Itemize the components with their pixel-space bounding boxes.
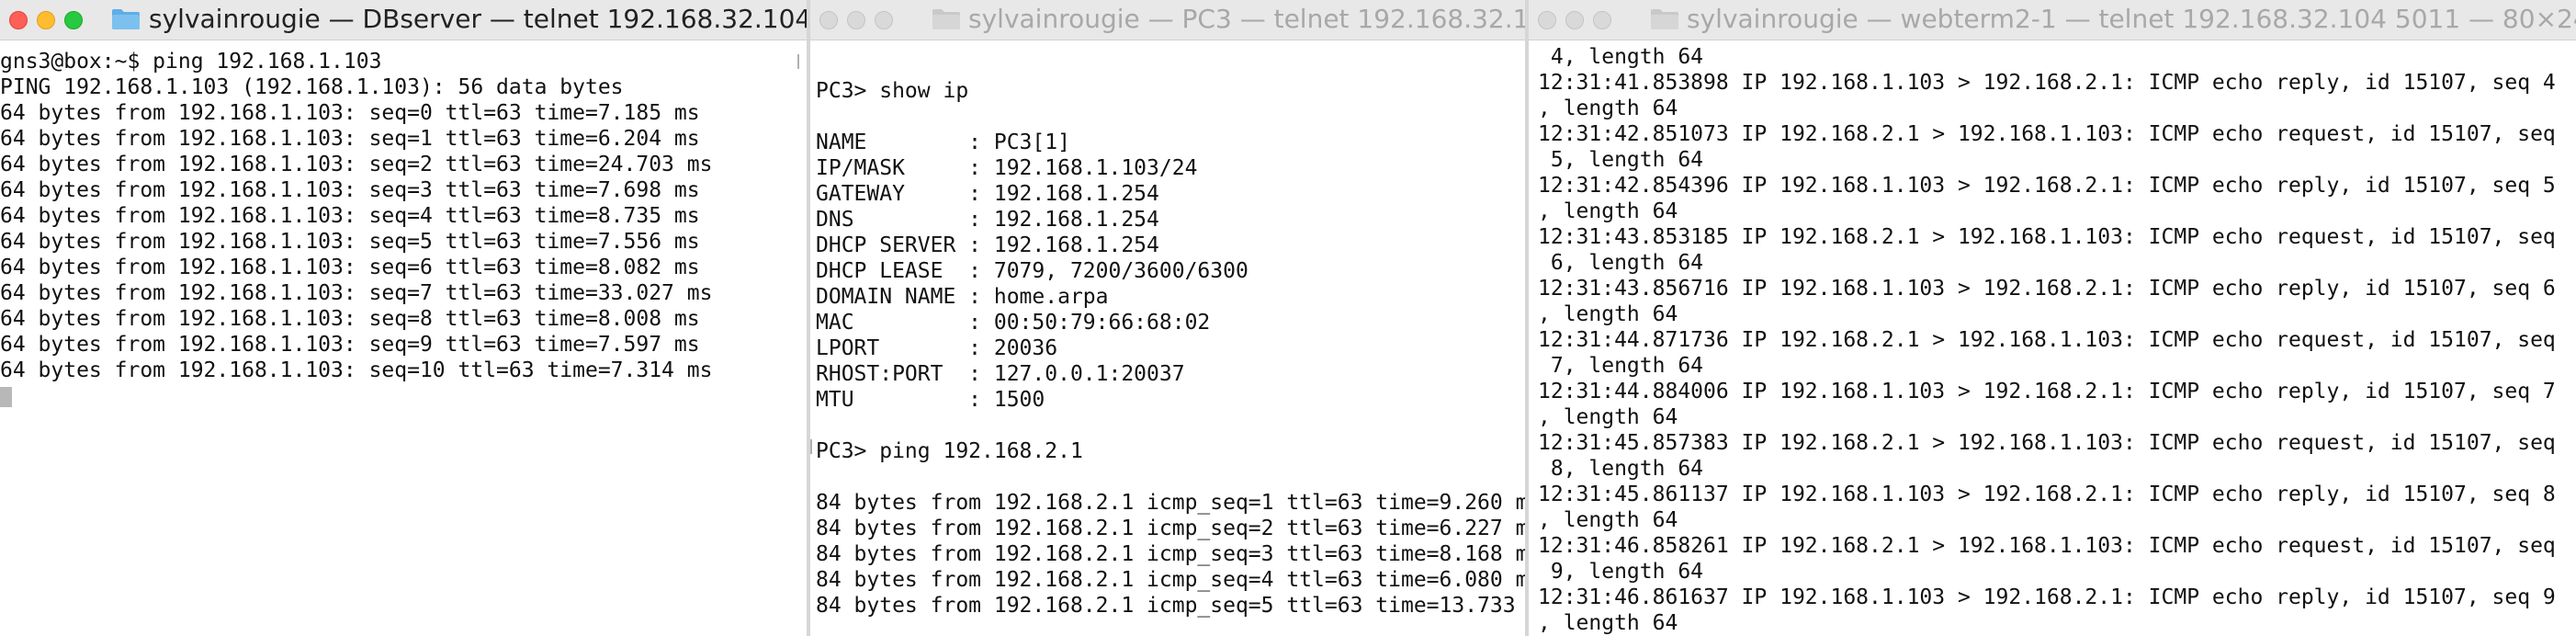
zoom-icon[interactable] xyxy=(1593,11,1611,29)
terminal-line: LPORT : 20036 xyxy=(816,336,1058,360)
terminal-line: 12:31:45.861137 IP 192.168.1.103 > 192.1… xyxy=(1538,483,2556,506)
terminal-line: PING 192.168.1.103 (192.168.1.103): 56 d… xyxy=(0,75,624,99)
terminal-line: 12:31:43.856716 IP 192.168.1.103 > 192.1… xyxy=(1538,277,2556,301)
terminal-line: 84 bytes from 192.168.2.1 icmp_seq=3 ttl… xyxy=(816,542,1527,566)
terminal-line: 64 bytes from 192.168.1.103: seq=3 ttl=6… xyxy=(0,178,700,202)
terminal-line: 12:31:46.858261 IP 192.168.2.1 > 192.168… xyxy=(1538,534,2556,558)
terminal-line: NAME : PC3[1] xyxy=(816,131,1070,154)
terminal-line: PC3> show ip xyxy=(816,79,969,103)
terminal-line: IP/MASK : 192.168.1.103/24 xyxy=(816,156,1198,180)
window-title: sylvainrougie — PC3 — telnet 192.168.32.… xyxy=(968,4,1527,34)
zoom-icon[interactable] xyxy=(64,11,83,29)
terminal-line: , length 64 xyxy=(1538,302,1678,326)
title-bar[interactable]: sylvainrougie — PC3 — telnet 192.168.32.… xyxy=(810,0,1527,40)
terminal-line: DNS : 192.168.1.254 xyxy=(816,208,1159,232)
terminal-output[interactable]: PC3> show ip NAME : PC3[1] IP/MASK : 192… xyxy=(810,40,1527,636)
terminal-line: 64 bytes from 192.168.1.103: seq=5 ttl=6… xyxy=(0,230,700,254)
terminal-line: 84 bytes from 192.168.2.1 icmp_seq=1 ttl… xyxy=(816,491,1527,515)
terminal-line: 12:31:46.861637 IP 192.168.1.103 > 192.1… xyxy=(1538,585,2556,609)
title-bar[interactable]: sylvainrougie — DBserver — telnet 192.16… xyxy=(0,0,808,40)
folder-icon xyxy=(111,8,141,30)
folder-icon xyxy=(932,8,961,30)
terminal-line: 9, length 64 xyxy=(1538,560,1704,584)
terminal-line: 64 bytes from 192.168.1.103: seq=1 ttl=6… xyxy=(0,127,700,151)
window-title: sylvainrougie — webterm2-1 — telnet 192.… xyxy=(1687,4,2576,34)
folder-icon xyxy=(1650,8,1679,30)
terminal-line: 8, length 64 xyxy=(1538,457,1704,481)
terminal-window-dbserver[interactable]: sylvainrougie — DBserver — telnet 192.16… xyxy=(0,0,808,636)
terminal-line: DHCP LEASE : 7079, 7200/3600/6300 xyxy=(816,259,1248,283)
terminal-line: 12:31:41.853898 IP 192.168.1.103 > 192.1… xyxy=(1538,71,2556,95)
terminal-line: 5, length 64 xyxy=(1538,148,1704,172)
terminal-line: 4, length 64 xyxy=(1538,45,1704,69)
terminal-window-webterm[interactable]: sylvainrougie — webterm2-1 — telnet 192.… xyxy=(1529,0,2576,636)
close-icon[interactable] xyxy=(9,11,28,29)
terminal-line: , length 64 xyxy=(1538,97,1678,120)
terminal-line: gns3@box:~$ ping 192.168.1.103 xyxy=(0,50,382,74)
terminal-line: 84 bytes from 192.168.2.1 icmp_seq=5 ttl… xyxy=(816,594,1527,618)
terminal-line: 64 bytes from 192.168.1.103: seq=9 ttl=6… xyxy=(0,333,700,357)
terminal-line: 64 bytes from 192.168.1.103: seq=4 ttl=6… xyxy=(0,204,700,228)
terminal-line: 7, length 64 xyxy=(1538,354,1704,378)
terminal-line: MAC : 00:50:79:66:68:02 xyxy=(816,311,1211,335)
terminal-output[interactable]: gns3@box:~$ ping 192.168.1.103 PING 192.… xyxy=(0,40,808,636)
terminal-output[interactable]: 4, length 64 12:31:41.853898 IP 192.168.… xyxy=(1529,40,2576,636)
title-bar[interactable]: sylvainrougie — webterm2-1 — telnet 192.… xyxy=(1529,0,2576,40)
terminal-line: 12:31:44.871736 IP 192.168.2.1 > 192.168… xyxy=(1538,328,2556,352)
terminal-line: 84 bytes from 192.168.2.1 icmp_seq=2 ttl… xyxy=(816,517,1527,540)
terminal-line: 12:31:43.853185 IP 192.168.2.1 > 192.168… xyxy=(1538,225,2556,249)
terminal-line: , length 64 xyxy=(1538,405,1678,429)
terminal-line: , length 64 xyxy=(1538,199,1678,223)
terminal-line: 6, length 64 xyxy=(1538,251,1704,275)
minimize-icon[interactable] xyxy=(37,11,55,29)
terminal-line: , length 64 xyxy=(1538,611,1678,635)
terminal-line: 64 bytes from 192.168.1.103: seq=0 ttl=6… xyxy=(0,101,700,125)
terminal-line: 12:31:44.884006 IP 192.168.1.103 > 192.1… xyxy=(1538,380,2556,403)
terminal-line: 12:31:42.854396 IP 192.168.1.103 > 192.1… xyxy=(1538,174,2556,198)
terminal-line: RHOST:PORT : 127.0.0.1:20037 xyxy=(816,362,1185,386)
terminal-line: 12:31:45.857383 IP 192.168.2.1 > 192.168… xyxy=(1538,431,2556,455)
window-title: sylvainrougie — DBserver — telnet 192.16… xyxy=(149,4,808,34)
minimize-icon[interactable] xyxy=(1565,11,1584,29)
terminal-line: 64 bytes from 192.168.1.103: seq=10 ttl=… xyxy=(0,358,713,382)
terminal-line: GATEWAY : 192.168.1.254 xyxy=(816,182,1159,206)
zoom-icon[interactable] xyxy=(875,11,893,29)
scroll-marker xyxy=(810,439,812,454)
terminal-line: MTU : 1500 xyxy=(816,388,1045,412)
close-icon[interactable] xyxy=(819,11,838,29)
terminal-line: 64 bytes from 192.168.1.103: seq=7 ttl=6… xyxy=(0,281,713,305)
terminal-line: DHCP SERVER : 192.168.1.254 xyxy=(816,233,1159,257)
terminal-line: 64 bytes from 192.168.1.103: seq=6 ttl=6… xyxy=(0,256,700,279)
close-icon[interactable] xyxy=(1538,11,1556,29)
terminal-line: , length 64 xyxy=(1538,508,1678,532)
terminal-cursor xyxy=(0,387,12,407)
terminal-line: PC3> ping 192.168.2.1 xyxy=(816,439,1083,463)
terminal-line: DOMAIN NAME : home.arpa xyxy=(816,285,1109,309)
terminal-line: 12:31:42.851073 IP 192.168.2.1 > 192.168… xyxy=(1538,122,2556,146)
terminal-line: 64 bytes from 192.168.1.103: seq=2 ttl=6… xyxy=(0,153,713,176)
scroll-marker xyxy=(797,54,799,69)
terminal-window-pc3[interactable]: sylvainrougie — PC3 — telnet 192.168.32.… xyxy=(810,0,1527,636)
terminal-line: 84 bytes from 192.168.2.1 icmp_seq=4 ttl… xyxy=(816,568,1527,592)
minimize-icon[interactable] xyxy=(847,11,865,29)
terminal-line: 64 bytes from 192.168.1.103: seq=8 ttl=6… xyxy=(0,307,700,331)
